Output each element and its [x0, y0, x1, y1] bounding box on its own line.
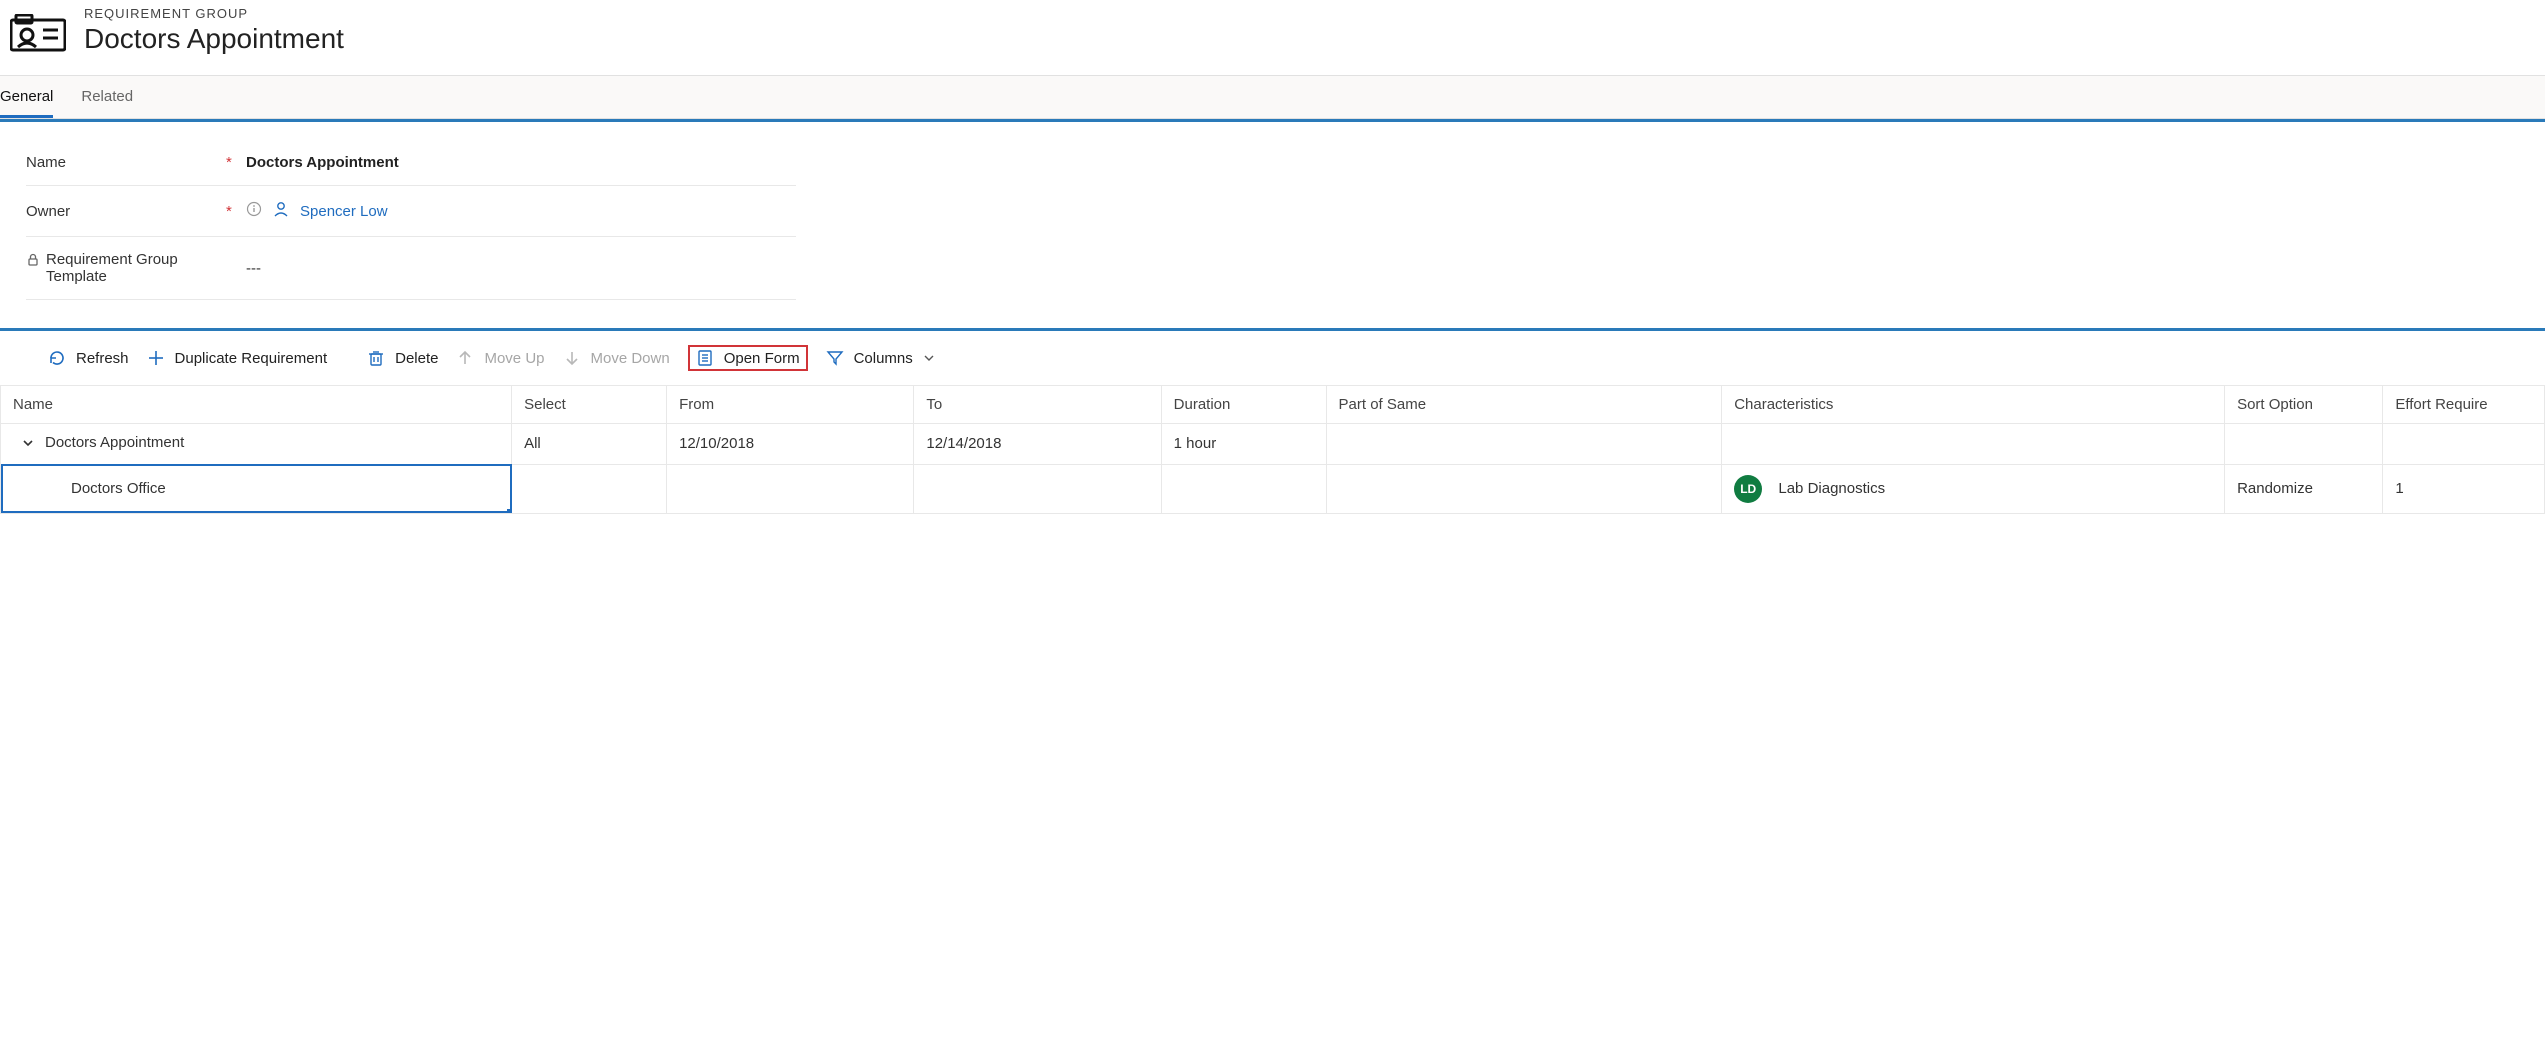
owner-label: Owner: [26, 203, 226, 220]
template-value: ---: [246, 260, 261, 277]
arrow-down-icon: [563, 349, 581, 367]
entity-icon: [10, 6, 66, 57]
row-name-value: Doctors Appointment: [45, 434, 184, 451]
cell-to[interactable]: 12/14/2018: [914, 424, 1161, 465]
cell-from[interactable]: [667, 464, 914, 513]
entity-type-label: REQUIREMENT GROUP: [84, 6, 344, 21]
move-down-label: Move Down: [591, 350, 670, 367]
refresh-label: Refresh: [76, 350, 129, 367]
duplicate-label: Duplicate Requirement: [175, 350, 328, 367]
cell-duration[interactable]: 1 hour: [1161, 424, 1326, 465]
trash-icon: [367, 349, 385, 367]
delete-button[interactable]: Delete: [367, 349, 438, 367]
grid-section: Refresh Duplicate Requirement Delete Mov…: [0, 328, 2545, 514]
cell-sort[interactable]: [2225, 424, 2383, 465]
cell-from[interactable]: 12/10/2018: [667, 424, 914, 465]
cell-to[interactable]: [914, 464, 1161, 513]
tab-general[interactable]: General: [0, 76, 53, 118]
cell-select[interactable]: [512, 464, 667, 513]
person-icon: [272, 200, 290, 222]
col-header-characteristics[interactable]: Characteristics: [1722, 386, 2225, 424]
col-header-select[interactable]: Select: [512, 386, 667, 424]
table-row[interactable]: Doctors Office LD Lab Diagnostics Random…: [1, 464, 2545, 513]
template-label: Requirement Group Template: [46, 251, 226, 285]
col-header-to[interactable]: To: [914, 386, 1161, 424]
refresh-button[interactable]: Refresh: [48, 349, 129, 367]
cell-characteristics[interactable]: [1722, 424, 2225, 465]
grid-header-row: Name Select From To Duration Part of Sam…: [1, 386, 2545, 424]
tab-related[interactable]: Related: [81, 76, 133, 118]
col-header-effort[interactable]: Effort Require: [2383, 386, 2545, 424]
columns-label: Columns: [854, 350, 913, 367]
lock-icon: [26, 253, 40, 271]
form-icon: [696, 349, 714, 367]
delete-label: Delete: [395, 350, 438, 367]
cell-part[interactable]: [1326, 464, 1722, 513]
cell-select[interactable]: All: [512, 424, 667, 465]
cell-part[interactable]: [1326, 424, 1722, 465]
cell-name[interactable]: Doctors Appointment: [1, 424, 512, 465]
page-title: Doctors Appointment: [84, 23, 344, 55]
tabs-bar: General Related: [0, 75, 2545, 119]
filter-icon: [826, 349, 844, 367]
name-label: Name: [26, 154, 226, 171]
owner-value[interactable]: Spencer Low: [300, 203, 388, 220]
move-down-button: Move Down: [563, 349, 670, 367]
chevron-down-icon: [923, 352, 935, 364]
row-name-value: Doctors Office: [13, 480, 166, 497]
cell-name[interactable]: Doctors Office: [1, 464, 512, 513]
arrow-up-icon: [456, 349, 474, 367]
cell-sort[interactable]: Randomize: [2225, 464, 2383, 513]
move-up-button: Move Up: [456, 349, 544, 367]
field-template: Requirement Group Template ---: [26, 237, 796, 300]
duplicate-button[interactable]: Duplicate Requirement: [147, 349, 328, 367]
page-header: REQUIREMENT GROUP Doctors Appointment: [0, 0, 2545, 75]
col-header-part[interactable]: Part of Same: [1326, 386, 1722, 424]
refresh-icon: [48, 349, 66, 367]
col-header-sort[interactable]: Sort Option: [2225, 386, 2383, 424]
table-row[interactable]: Doctors Appointment All 12/10/2018 12/14…: [1, 424, 2545, 465]
open-form-button[interactable]: Open Form: [688, 345, 808, 371]
info-icon: [246, 201, 262, 221]
col-header-name[interactable]: Name: [1, 386, 512, 424]
form-section: Name * Doctors Appointment Owner * Spenc…: [0, 119, 2545, 328]
name-value[interactable]: Doctors Appointment: [246, 154, 399, 171]
col-header-duration[interactable]: Duration: [1161, 386, 1326, 424]
required-indicator: *: [226, 154, 246, 171]
cell-effort[interactable]: 1: [2383, 464, 2545, 513]
columns-button[interactable]: Columns: [826, 349, 935, 367]
open-form-label: Open Form: [724, 350, 800, 367]
characteristic-badge: LD: [1734, 475, 1762, 503]
required-indicator: *: [226, 203, 246, 220]
cell-duration[interactable]: [1161, 464, 1326, 513]
field-name[interactable]: Name * Doctors Appointment: [26, 140, 796, 186]
characteristic-value: Lab Diagnostics: [1778, 480, 1885, 497]
cell-effort[interactable]: [2383, 424, 2545, 465]
field-owner[interactable]: Owner * Spencer Low: [26, 186, 796, 237]
requirements-grid[interactable]: Name Select From To Duration Part of Sam…: [0, 385, 2545, 514]
col-header-from[interactable]: From: [667, 386, 914, 424]
move-up-label: Move Up: [484, 350, 544, 367]
plus-icon: [147, 349, 165, 367]
grid-toolbar: Refresh Duplicate Requirement Delete Mov…: [0, 331, 2545, 385]
chevron-down-icon[interactable]: [21, 436, 35, 450]
cell-characteristics[interactable]: LD Lab Diagnostics: [1722, 464, 2225, 513]
